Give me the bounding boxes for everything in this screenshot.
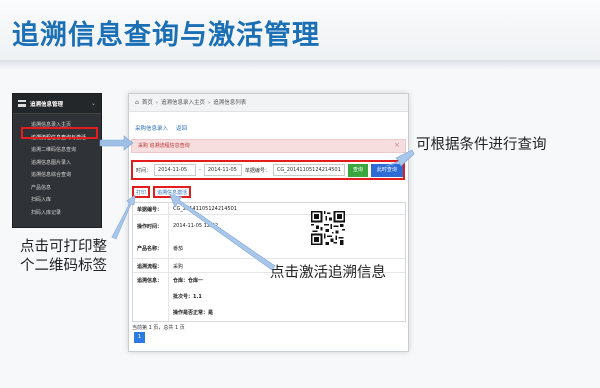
chevron-down-icon: ⌄	[90, 100, 96, 107]
side-menu-item-scan-stock-in[interactable]: 扫码入库	[13, 194, 101, 207]
breadcrumb-sep: ›	[155, 100, 159, 106]
home-icon: ⌂	[135, 99, 139, 106]
table-row: 操作时间： 2014-11-05 12:42	[133, 215, 405, 237]
callout-print-line2: 个二维码标签	[20, 258, 107, 274]
order-no-input[interactable]: CG_20141105124214501	[272, 164, 345, 176]
tab-purchase-entry[interactable]: 采购信息录入	[135, 124, 168, 132]
batch-line: 批次号：1.1	[173, 294, 202, 300]
tab-back[interactable]: 返回	[176, 124, 187, 132]
breadcrumb-sep: ›	[208, 100, 211, 106]
side-menu-item-product-info[interactable]: 产品信息	[13, 182, 101, 195]
callout-query: 可根据条件进行查询	[416, 137, 547, 153]
operation-status-line: 操作是否正常：是	[173, 310, 214, 316]
instant-query-button[interactable]: 此时查询	[370, 163, 403, 177]
breadcrumb-home[interactable]: 首页	[142, 94, 153, 111]
time-label: 时间：	[136, 167, 152, 174]
date-from-input[interactable]: 2014-11-05	[154, 164, 197, 176]
trace-info-label: 追溯信息：	[137, 278, 163, 284]
menu-list-icon	[18, 100, 26, 107]
slide-header: 追溯信息查询与激活管理	[0, 0, 600, 62]
trace-flow-value: 采购	[173, 264, 184, 270]
activate-button[interactable]: 追溯信息激活	[153, 186, 192, 198]
order-no-label: 单据编号：	[137, 207, 163, 213]
callout-activate: 点击激活追溯信息	[270, 265, 386, 281]
product-name-label: 产品名称：	[137, 246, 163, 252]
product-name-value: 番茄	[173, 246, 184, 252]
breadcrumb: ⌂ 首页 › 追溯信息录入主页 › 追溯信息列表	[129, 94, 408, 112]
side-menu-item-scan-records[interactable]: 扫码入库记录	[13, 207, 101, 220]
op-time-value: 2014-11-05 12:42	[173, 223, 219, 229]
date-separator: -	[199, 167, 201, 173]
search-form: 时间： 2014-11-05 - 2014-11-05 单据编号： CG_201…	[131, 160, 405, 180]
header-divider	[0, 60, 600, 70]
op-time-label: 操作时间：	[137, 224, 163, 230]
warehouse-line: 仓库：仓库一	[173, 278, 204, 284]
page-button[interactable]: 1	[134, 332, 145, 343]
date-to-input[interactable]: 2014-11-05	[203, 164, 242, 176]
action-row: 打印 追溯信息激活	[132, 186, 192, 198]
order-no-value: CG_20141105124214501	[173, 206, 237, 212]
side-menu-title: 追溯信息管理	[30, 101, 64, 108]
table-row: 单据编号： CG_20141105124214501	[133, 203, 405, 215]
detail-table: 单据编号： CG_20141105124214501 操作时间： 2014-11…	[132, 202, 406, 322]
query-button[interactable]: 查询	[347, 163, 368, 177]
print-button[interactable]: 打印	[132, 186, 151, 198]
order-no-label: 单据编号：	[244, 167, 270, 174]
pagination-text: 当前第 1 页，总共 1 页	[132, 325, 185, 331]
qr-code-image	[311, 211, 345, 245]
table-row: 产品名称： 番茄	[133, 237, 405, 259]
breadcrumb-entry-home[interactable]: 追溯信息录入主页	[161, 94, 205, 111]
side-menu: 追溯信息管理 ⌄ 追溯信息录入主页 追溯流程信息查询与激活 追溯二维码信息查询 …	[12, 93, 102, 228]
close-icon[interactable]: ×	[394, 139, 400, 152]
menu-highlight-box	[21, 127, 98, 139]
screenshot-panel: ⌂ 首页 › 追溯信息录入主页 › 追溯信息列表 采购信息录入 返回 采购 追溯…	[128, 93, 409, 352]
breadcrumb-current: 追溯信息列表	[213, 100, 247, 106]
alert-text: 采购 追溯流程信息查询	[138, 143, 190, 149]
trace-flow-label: 追溯流程：	[137, 264, 163, 270]
slide-title: 追溯信息查询与激活管理	[12, 20, 320, 51]
alert-bar: 采购 追溯流程信息查询 ×	[131, 139, 406, 153]
side-menu-item-combined-query[interactable]: 追溯信息综合查询	[13, 169, 101, 182]
tabs-row: 采购信息录入 返回	[135, 124, 187, 132]
side-menu-header[interactable]: 追溯信息管理 ⌄	[13, 94, 101, 114]
callout-print-line1: 点击可打印整	[20, 239, 107, 255]
side-menu-item-qrcode-query[interactable]: 追溯二维码信息查询	[13, 144, 101, 157]
side-menu-item-image-entry[interactable]: 追溯信息图片录入	[13, 157, 101, 170]
